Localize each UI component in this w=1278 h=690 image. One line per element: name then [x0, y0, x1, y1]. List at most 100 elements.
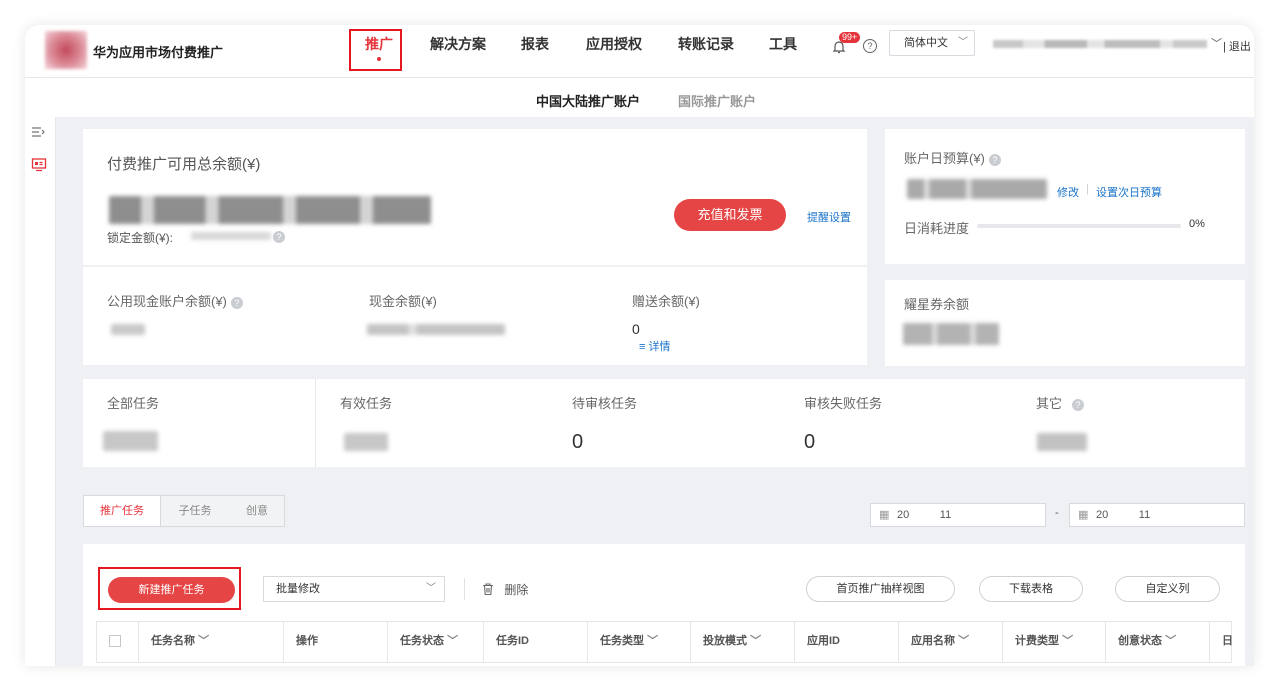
tab-international-account[interactable]: 国际推广账户 [678, 91, 756, 110]
promotion-screen-icon[interactable] [31, 157, 47, 176]
tab-mainland-account[interactable]: 中国大陆推广账户 [536, 91, 640, 110]
notification-badge: 99+ [839, 32, 861, 43]
balance-title: 付费推广可用总余额(¥) [107, 156, 261, 173]
daily-consumption-percent: 0% [1189, 218, 1205, 230]
stats-divider [315, 379, 316, 467]
tab-subtasks[interactable]: 子任务 [160, 496, 230, 526]
column-header-delivery-mode-label: 投放模式 [703, 635, 747, 647]
account-name-redacted[interactable] [993, 40, 1207, 48]
logout-link[interactable]: | 退出 [1223, 38, 1251, 54]
help-icon[interactable]: ? [863, 39, 877, 53]
select-all-checkbox[interactable] [109, 635, 121, 648]
chevron-down-icon: ﹀ [426, 583, 436, 594]
brand-name: 华为应用市场付费推广 [93, 45, 224, 60]
column-header-billing-type[interactable]: 计费类型 ﹀ [1003, 621, 1106, 663]
help-circle-icon[interactable]: ? [988, 153, 1001, 166]
column-header-billing-type-label: 计费类型 [1015, 635, 1059, 647]
highlight-box-promotion [349, 29, 402, 71]
sort-chevron-icon: ﹀ [647, 635, 659, 647]
cash-balance-redacted [367, 324, 505, 335]
help-circle-icon[interactable]: ? [273, 231, 285, 243]
left-sidebar [25, 117, 56, 666]
column-header-task-status[interactable]: 任务状态 ﹀ [388, 621, 484, 663]
nav-tab-reports[interactable]: 报表 [521, 35, 549, 53]
account-region-tabs: 中国大陆推广账户 国际推广账户 [25, 78, 1254, 117]
language-select[interactable]: 简体中文 ﹀ [889, 30, 975, 56]
voucher-card: 耀星券余额 [885, 280, 1245, 366]
nav-tab-app-authorization[interactable]: 应用授权 [586, 35, 642, 53]
modify-budget-link[interactable]: 修改 [1057, 184, 1079, 200]
task-stats-card: 全部任务 有效任务 待审核任务 0 审核失败任务 0 其它? [83, 379, 1245, 467]
app-frame: 华为应用市场付费推广 推广 解决方案 报表 应用授权 转账记录 工具 99+ ?… [25, 25, 1254, 666]
stat-other-label: 其它? [1036, 393, 1085, 412]
toolbar-divider [464, 578, 465, 600]
task-type-tabs: 推广任务 子任务 创意 [83, 495, 285, 527]
calendar-icon: ▦ [1078, 509, 1089, 521]
column-header-task-type[interactable]: 任务类型 ﹀ [588, 621, 691, 663]
collapse-menu-icon[interactable] [31, 125, 45, 142]
highlight-box-new-task [98, 567, 241, 610]
column-header-task-name-label: 任务名称 [151, 635, 195, 647]
help-circle-icon[interactable]: ? [1072, 398, 1085, 411]
column-header-app-name-label: 应用名称 [911, 635, 955, 647]
batch-modify-select-value: 批量修改 [276, 583, 320, 595]
cash-balance-label: 现金余额(¥) [369, 294, 437, 309]
stat-other-text: 其它 [1036, 396, 1063, 411]
custom-columns-button[interactable]: 自定义列 [1115, 576, 1220, 602]
public-cash-balance-text: 公用现金账户余额(¥) [107, 294, 227, 309]
column-header-app-name[interactable]: 应用名称 ﹀ [899, 621, 1003, 663]
column-header-task-status-label: 任务状态 [400, 635, 444, 647]
daily-budget-redacted [907, 179, 1047, 199]
end-date-picker[interactable]: ▦ 20 11 [1069, 503, 1245, 527]
daily-consumption-label: 日消耗进度 [904, 221, 970, 236]
stat-valid-tasks-label: 有效任务 [340, 396, 393, 411]
select-all-checkbox-cell [97, 621, 139, 663]
start-date-value: 20 11 [897, 509, 952, 521]
gift-balance-label: 赠送余额(¥) [632, 294, 700, 309]
column-header-creative-status-label: 创意状态 [1118, 635, 1162, 647]
locked-amount-redacted [191, 232, 271, 240]
recharge-invoice-button[interactable]: 充值和发票 [674, 199, 786, 231]
brand-logo [45, 31, 87, 69]
nav-tab-tools[interactable]: 工具 [769, 35, 797, 53]
tab-promotion-tasks[interactable]: 推广任务 [84, 496, 161, 526]
column-header-task-type-label: 任务类型 [600, 635, 644, 647]
delete-button[interactable]: 删除 [481, 581, 528, 598]
homepage-sample-view-button[interactable]: 首页推广抽样视图 [806, 576, 955, 602]
column-header-actions: 操作 [284, 621, 388, 663]
end-date-value: 20 11 [1096, 509, 1151, 521]
balance-breakdown-card: 公用现金账户余额(¥)? 现金余额(¥) 赠送余额(¥) 0 ≡ 详情 [83, 267, 867, 365]
start-date-picker[interactable]: ▦ 20 11 [870, 503, 1046, 527]
daily-budget-title: 账户日预算(¥) [904, 151, 985, 166]
column-header-daily-truncated: 日 [1222, 635, 1233, 647]
nav-tab-solutions[interactable]: 解决方案 [430, 35, 486, 53]
gift-detail-link[interactable]: ≡ 详情 [639, 338, 670, 354]
stat-all-tasks-redacted [103, 431, 158, 451]
public-cash-balance-label: 公用现金账户余额(¥)? [107, 291, 243, 310]
next-day-budget-link[interactable]: 设置次日预算 [1096, 184, 1162, 200]
column-header-app-id: 应用ID [795, 621, 899, 663]
stat-pending-review-value: 0 [572, 431, 584, 453]
reminder-settings-link[interactable]: 提醒设置 [807, 209, 851, 225]
sort-chevron-icon: ﹀ [958, 635, 970, 647]
trash-icon [483, 583, 493, 596]
download-table-button[interactable]: 下载表格 [979, 576, 1083, 602]
stat-review-failed-value: 0 [804, 431, 816, 453]
public-cash-balance-redacted [111, 324, 145, 335]
stat-all-tasks-label: 全部任务 [107, 396, 160, 411]
column-header-creative-status[interactable]: 创意状态 ﹀ [1106, 621, 1210, 663]
available-balance-redacted [109, 196, 431, 224]
sort-chevron-icon: ﹀ [750, 635, 762, 647]
daily-consumption-progress-bar [977, 224, 1181, 228]
stat-pending-review-label: 待审核任务 [572, 396, 638, 411]
column-header-task-name[interactable]: 任务名称 ﹀ [139, 621, 284, 663]
nav-tab-transfer-records[interactable]: 转账记录 [678, 35, 734, 53]
help-circle-icon[interactable]: ? [230, 296, 243, 309]
batch-modify-select[interactable]: 批量修改 ﹀ [263, 576, 445, 602]
stat-review-failed-label: 审核失败任务 [804, 396, 883, 411]
voucher-balance-redacted [903, 323, 999, 345]
column-header-delivery-mode[interactable]: 投放模式 ﹀ [691, 621, 795, 663]
account-chevron-down-icon[interactable]: ﹀ [1211, 35, 1222, 51]
tab-creatives[interactable]: 创意 [230, 496, 284, 526]
voucher-balance-label: 耀星券余额 [904, 297, 970, 312]
